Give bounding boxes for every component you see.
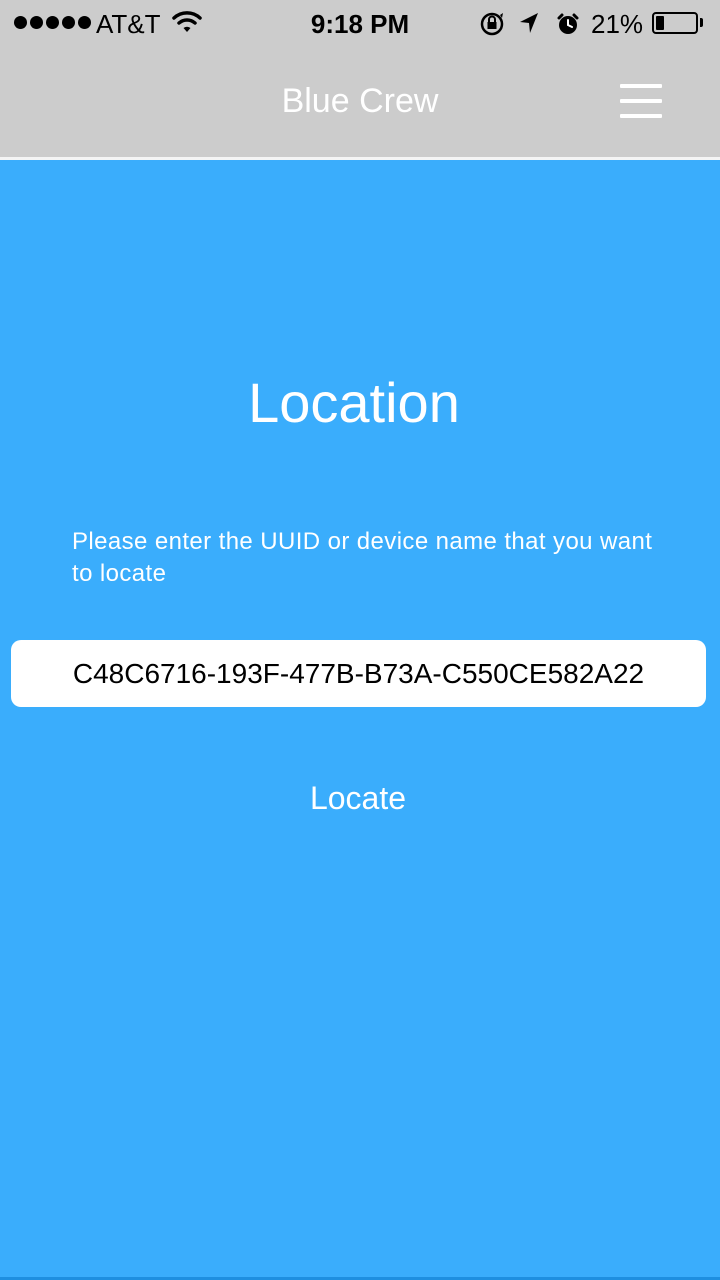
- status-bar: AT&T 9:18 PM 21%: [0, 0, 720, 48]
- instruction-text: Please enter the UUID or device name tha…: [72, 528, 653, 587]
- battery-level-fill: [656, 16, 664, 30]
- uuid-input[interactable]: [11, 640, 706, 707]
- battery-percent: 21%: [591, 9, 644, 39]
- orientation-lock-icon: [480, 12, 504, 36]
- location-arrow-icon: [520, 13, 538, 33]
- page-title: Location: [248, 371, 460, 434]
- status-icons: [478, 9, 583, 46]
- hamburger-menu-icon[interactable]: [614, 82, 668, 122]
- battery-icon: [652, 12, 698, 34]
- battery-nub: [700, 18, 703, 27]
- app-title: Blue Crew: [281, 82, 439, 120]
- alarm-icon: [557, 13, 579, 34]
- locate-button[interactable]: Locate: [258, 772, 458, 824]
- header-divider: [0, 157, 720, 160]
